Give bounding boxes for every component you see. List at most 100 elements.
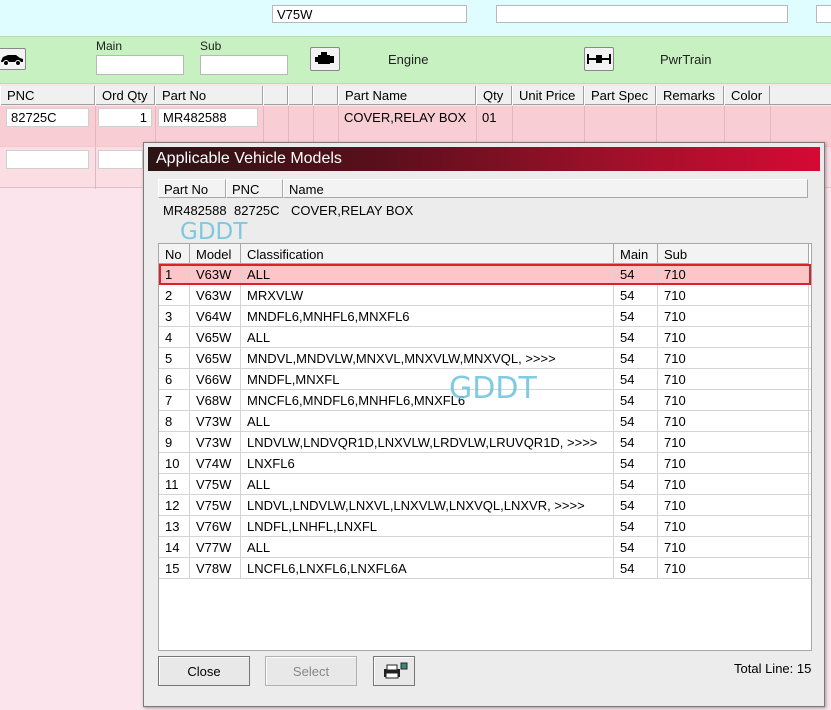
table-row[interactable]: 4 V65W ALL 54 710 (159, 327, 811, 348)
grid-header-classification[interactable]: Classification (241, 244, 614, 264)
sub-label: Sub (200, 39, 222, 53)
cell-classification: LNDVL,LNDVLW,LNXVL,LNXVLW,LNXVQL,LNXVR, … (241, 495, 614, 516)
cell-model: V64W (190, 306, 241, 327)
table-row[interactable]: 3 V64W MNDFL6,MNHFL6,MNXFL6 54 710 (159, 306, 811, 327)
cell-sub: 710 (658, 453, 809, 474)
close-button[interactable]: Close (158, 656, 250, 686)
ord-qty-cell-empty[interactable] (98, 150, 143, 169)
cell-main: 54 (614, 474, 658, 495)
cell-sub: 710 (658, 327, 809, 348)
cell-classification: LNCFL6,LNXFL6,LNXFL6A (241, 558, 614, 579)
table-row[interactable]: 5 V65W MNDVL,MNDVLW,MNXVL,MNXVLW,MNXVQL, >… (159, 348, 811, 369)
engine-icon (315, 52, 334, 64)
cell-no: 14 (159, 537, 190, 558)
cell-no: 3 (159, 306, 190, 327)
cell-main: 54 (614, 432, 658, 453)
table-row[interactable]: 12 V75W LNDVL,LNDVLW,LNXVL,LNXVLW,LNXVQL,L… (159, 495, 811, 516)
pwrtrain-label: PwrTrain (660, 52, 712, 67)
cell-model: V78W (190, 558, 241, 579)
parts-row[interactable]: 82725C 1 MR482588 COVER,RELAY BOX 01 (0, 106, 831, 146)
col-pnc[interactable]: PNC (0, 86, 95, 105)
table-row[interactable]: 14 V77W ALL 54 710 (159, 537, 811, 558)
col-part-spec[interactable]: Part Spec (584, 86, 656, 105)
table-row[interactable]: 15 V78W LNCFL6,LNXFL6,LNXFL6A 54 710 (159, 558, 811, 579)
main-field[interactable] (96, 55, 184, 75)
part-name-cell: COVER,RELAY BOX (344, 110, 467, 125)
col-blank-1[interactable] (263, 86, 288, 105)
cell-main: 54 (614, 327, 658, 348)
cell-no: 6 (159, 369, 190, 390)
cell-model: V75W (190, 474, 241, 495)
col-ord-qty[interactable]: Ord Qty (95, 86, 155, 105)
cell-no: 9 (159, 432, 190, 453)
cell-model: V76W (190, 516, 241, 537)
cell-model: V73W (190, 432, 241, 453)
table-row[interactable]: 9 V73W LNDVLW,LNDVQR1D,LNXVLW,LRDVLW,LRUVQ… (159, 432, 811, 453)
cell-main: 54 (614, 348, 658, 369)
select-button[interactable]: Select (265, 656, 357, 686)
powertrain-button[interactable] (584, 47, 614, 71)
cell-no: 13 (159, 516, 190, 537)
ord-qty-cell[interactable]: 1 (98, 108, 152, 127)
col-remarks[interactable]: Remarks (656, 86, 724, 105)
extra-field[interactable] (816, 5, 831, 23)
cell-sub: 710 (658, 369, 809, 390)
cell-classification: LNXFL6 (241, 453, 614, 474)
cell-sub: 710 (658, 432, 809, 453)
cell-sub: 710 (658, 285, 809, 306)
grid-header-model[interactable]: Model (190, 244, 241, 264)
col-blank-2[interactable] (288, 86, 313, 105)
col-part-name[interactable]: Part Name (338, 86, 476, 105)
col-qty[interactable]: Qty (476, 86, 512, 105)
cell-main: 54 (614, 264, 658, 285)
cell-classification: ALL (241, 411, 614, 432)
col-unit-price[interactable]: Unit Price (512, 86, 584, 105)
grid-header-sub[interactable]: Sub (658, 244, 809, 264)
sub-field[interactable] (200, 55, 288, 75)
info-pnc: 82725C (234, 203, 280, 218)
engine-button[interactable] (310, 47, 340, 71)
car-button[interactable] (0, 48, 26, 70)
cell-classification: LNDFL,LNHFL,LNXFL (241, 516, 614, 537)
part-no-cell[interactable]: MR482588 (158, 108, 258, 127)
cell-main: 54 (614, 285, 658, 306)
total-line: Total Line: 15 (734, 661, 812, 676)
table-row[interactable]: 8 V73W ALL 54 710 (159, 411, 811, 432)
cell-classification: MNDFL,MNXFL (241, 369, 614, 390)
model-field[interactable]: V75W (272, 5, 467, 23)
pnc-cell[interactable]: 82725C (6, 108, 89, 127)
engine-label: Engine (388, 52, 429, 67)
cell-main: 54 (614, 558, 658, 579)
vehicle-models-grid: No Model Classification Main Sub 1 V63W AL… (158, 243, 812, 651)
table-row[interactable]: 2 V63W MRXVLW 54 710 (159, 285, 811, 306)
cell-model: V63W (190, 285, 241, 306)
col-blank-3[interactable] (313, 86, 338, 105)
cell-main: 54 (614, 411, 658, 432)
cell-sub: 710 (658, 264, 809, 285)
cell-no: 10 (159, 453, 190, 474)
col-part-no[interactable]: Part No (155, 86, 263, 105)
table-row[interactable]: 13 V76W LNDFL,LNHFL,LNXFL 54 710 (159, 516, 811, 537)
cell-classification: ALL (241, 474, 614, 495)
car-icon (1, 55, 23, 66)
pnc-cell-empty[interactable] (6, 150, 89, 169)
watermark-text: GDDT (449, 371, 537, 406)
cell-classification: MNDFL6,MNHFL6,MNXFL6 (241, 306, 614, 327)
printer-icon (384, 662, 408, 679)
col-color[interactable]: Color (724, 86, 770, 105)
classification-field[interactable] (496, 5, 788, 23)
table-row[interactable]: 10 V74W LNXFL6 54 710 (159, 453, 811, 474)
grid-header-no[interactable]: No (159, 244, 190, 264)
cell-main: 54 (614, 495, 658, 516)
cell-no: 2 (159, 285, 190, 306)
grid-header-main[interactable]: Main (614, 244, 658, 264)
cell-no: 7 (159, 390, 190, 411)
cell-main: 54 (614, 516, 658, 537)
cell-main: 54 (614, 306, 658, 327)
table-row[interactable]: 11 V75W ALL 54 710 (159, 474, 811, 495)
print-button[interactable] (373, 656, 415, 686)
qty-cell: 01 (482, 110, 497, 125)
cell-sub: 710 (658, 474, 809, 495)
cell-classification: MNDVL,MNDVLW,MNXVL,MNXVLW,MNXVQL, >>>> (241, 348, 614, 369)
table-row[interactable]: 1 V63W ALL 54 710 (159, 264, 811, 285)
